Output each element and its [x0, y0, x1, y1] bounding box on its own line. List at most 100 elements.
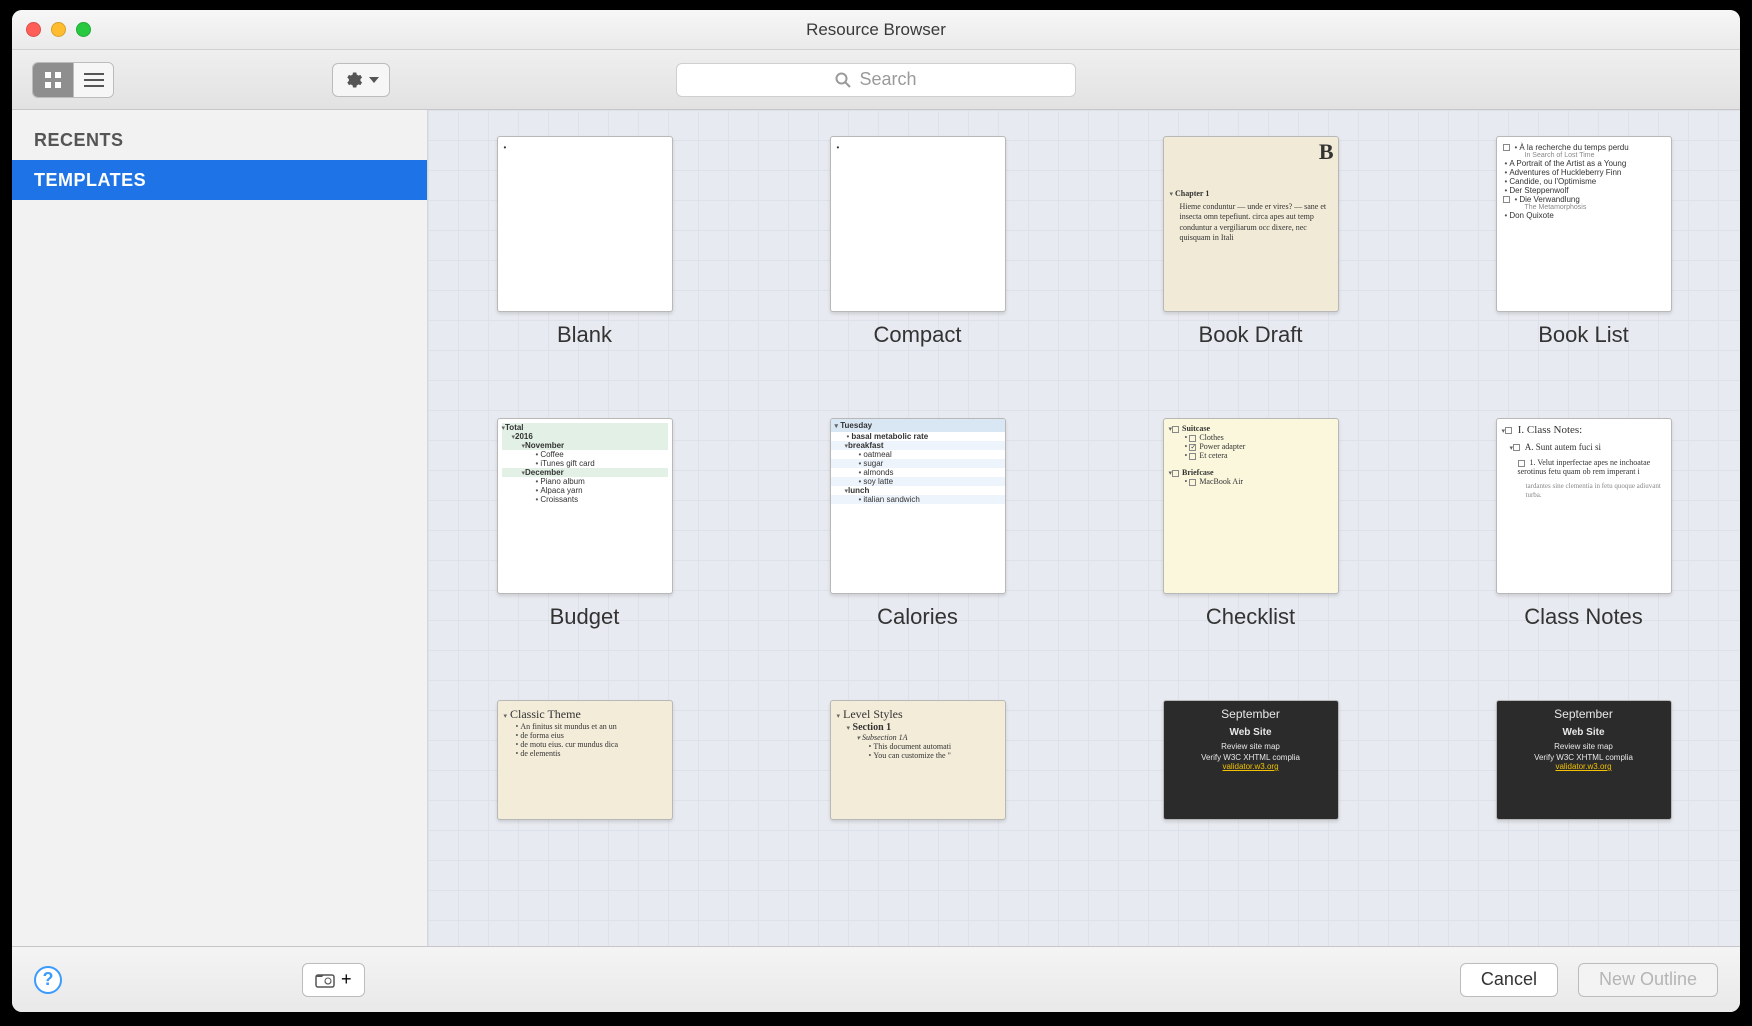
preview-year: 2016	[515, 432, 533, 441]
template-level-styles[interactable]: Level Styles Section 1 Subsection 1A Thi…	[801, 700, 1034, 820]
preview-food: soy latte	[863, 477, 893, 486]
template-thumb: Classic Theme An finitus sit mundus et a…	[497, 700, 673, 820]
preview-line: Die Verwandlung	[1519, 195, 1579, 204]
body: RECENTS TEMPLATES • Blank • Compact	[12, 110, 1740, 946]
gear-icon	[343, 70, 363, 90]
template-title: Book Draft	[1199, 322, 1303, 348]
preview-h1: I. Class Notes:	[1518, 424, 1582, 436]
add-linked-folder-button[interactable]: +	[302, 963, 365, 997]
preview-food: italian sandwich	[863, 495, 919, 504]
minimize-window-button[interactable]	[51, 22, 66, 37]
preview-line: This document automati	[873, 742, 951, 751]
cancel-button[interactable]: Cancel	[1460, 963, 1558, 997]
preview-item: Clothes	[1199, 433, 1223, 442]
preview-h2: A. Sunt autem fuci si	[1525, 442, 1601, 452]
preview-item: Piano album	[540, 477, 584, 486]
template-title: Book List	[1538, 322, 1629, 348]
preview-site: Web Site	[1170, 727, 1332, 738]
search-placeholder: Search	[859, 69, 916, 90]
preview-section: Section 1	[853, 722, 892, 733]
template-book-list[interactable]: À la recherche du temps perdu In Search …	[1467, 136, 1700, 348]
template-classic-theme[interactable]: Classic Theme An finitus sit mundus et a…	[468, 700, 701, 820]
sidebar-item-label: RECENTS	[34, 130, 124, 151]
close-window-button[interactable]	[26, 22, 41, 37]
preview-item: MacBook Air	[1199, 477, 1243, 486]
template-thumb: Tuesday basal metabolic rate breakfast o…	[830, 418, 1006, 594]
preview-sub: The Metamorphosis	[1525, 204, 1665, 211]
preview-line: Candide, ou l'Optimisme	[1509, 177, 1596, 186]
preview-verify: Verify W3C XHTML complia	[1503, 753, 1665, 762]
help-button[interactable]: ?	[34, 966, 62, 994]
preview-item: Et cetera	[1199, 451, 1227, 460]
template-thumb: I. Class Notes: A. Sunt autem fuci si 1.…	[1496, 418, 1672, 594]
titlebar: Resource Browser	[12, 10, 1740, 50]
preview-heading: Classic Theme	[510, 707, 581, 721]
preview-item: Coffee	[540, 450, 563, 459]
preview-link: validator.w3.org	[1170, 762, 1332, 771]
preview-food: sugar	[863, 459, 883, 468]
preview-task: Review site map	[1170, 742, 1332, 751]
template-class-notes[interactable]: I. Class Notes: A. Sunt autem fuci si 1.…	[1467, 418, 1700, 630]
template-grid: • Blank • Compact B Chapter 1 Hieme cond…	[468, 136, 1700, 820]
preview-food: almonds	[863, 468, 893, 477]
zoom-window-button[interactable]	[76, 22, 91, 37]
grid-icon	[44, 71, 62, 89]
template-dark-1[interactable]: September Web Site Review site map Verif…	[1134, 700, 1367, 820]
search-field-wrap: Search	[676, 63, 1076, 97]
template-compact[interactable]: • Compact	[801, 136, 1034, 348]
preview-month: September	[1503, 707, 1665, 721]
template-checklist[interactable]: Suitcase Clothes Power adapter Et cetera…	[1134, 418, 1367, 630]
preview-month: November	[525, 441, 564, 450]
resource-browser-window: Resource Browser Search RECENTS	[12, 10, 1740, 1012]
preview-line: A Portrait of the Artist as a Young	[1509, 159, 1626, 168]
preview-link: validator.w3.org	[1503, 762, 1665, 771]
action-menu-button[interactable]	[332, 63, 390, 97]
search-input[interactable]: Search	[676, 63, 1076, 97]
preview-line: basal metabolic rate	[851, 432, 928, 441]
preview-body: 1. Velut inperfectae apes ne inchoatae s…	[1518, 458, 1651, 476]
template-grid-area[interactable]: • Blank • Compact B Chapter 1 Hieme cond…	[428, 110, 1740, 946]
preview-group: Briefcase	[1182, 468, 1214, 477]
preview-body: Hieme conduntur — unde er vires? — sane …	[1180, 202, 1332, 244]
preview-meal: breakfast	[848, 441, 884, 450]
template-title: Budget	[550, 604, 620, 630]
template-title: Class Notes	[1524, 604, 1643, 630]
sidebar: RECENTS TEMPLATES	[12, 110, 428, 946]
template-book-draft[interactable]: B Chapter 1 Hieme conduntur — unde er vi…	[1134, 136, 1367, 348]
preview-body2: tardantes sine clementia in fetu quoque …	[1526, 482, 1666, 500]
preview-chapter: Chapter 1	[1175, 189, 1209, 198]
preview-food: oatmeal	[863, 450, 891, 459]
template-title: Compact	[873, 322, 961, 348]
template-budget[interactable]: Total 2016 November Coffee iTunes gift c…	[468, 418, 701, 630]
preview-task: Review site map	[1503, 742, 1665, 751]
preview-item: Alpaca yarn	[540, 486, 582, 495]
template-dark-2[interactable]: September Web Site Review site map Verif…	[1467, 700, 1700, 820]
preview-line: An finitus sit mundus et an un	[520, 722, 616, 731]
chevron-down-icon	[369, 77, 379, 83]
sidebar-item-templates[interactable]: TEMPLATES	[12, 160, 427, 200]
preview-line: Don Quixote	[1509, 211, 1553, 220]
template-title: Checklist	[1206, 604, 1295, 630]
preview-heading: Level Styles	[843, 707, 903, 721]
sidebar-item-recents[interactable]: RECENTS	[12, 120, 427, 160]
preview-month: September	[1170, 707, 1332, 721]
preview-line: À la recherche du temps perdu	[1519, 143, 1628, 152]
template-thumb: September Web Site Review site map Verif…	[1163, 700, 1339, 820]
view-mode-segmented	[32, 62, 114, 98]
preview-line: Der Steppenwolf	[1509, 186, 1568, 195]
plus-icon: +	[341, 969, 352, 990]
list-view-button[interactable]	[73, 63, 113, 97]
template-blank[interactable]: • Blank	[468, 136, 701, 348]
new-outline-button[interactable]: New Outline	[1578, 963, 1718, 997]
preview-line: de motu eius. cur mundus dica	[520, 740, 618, 749]
template-thumb: •	[830, 136, 1006, 312]
footer: ? + Cancel New Outline	[12, 946, 1740, 1012]
preview-verify: Verify W3C XHTML complia	[1170, 753, 1332, 762]
preview-item: Power adapter	[1199, 442, 1245, 451]
window-title: Resource Browser	[806, 20, 946, 40]
template-calories[interactable]: Tuesday basal metabolic rate breakfast o…	[801, 418, 1034, 630]
preview-item: Croissants	[540, 495, 578, 504]
list-icon	[84, 72, 104, 88]
grid-view-button[interactable]	[33, 63, 73, 97]
template-thumb: Total 2016 November Coffee iTunes gift c…	[497, 418, 673, 594]
